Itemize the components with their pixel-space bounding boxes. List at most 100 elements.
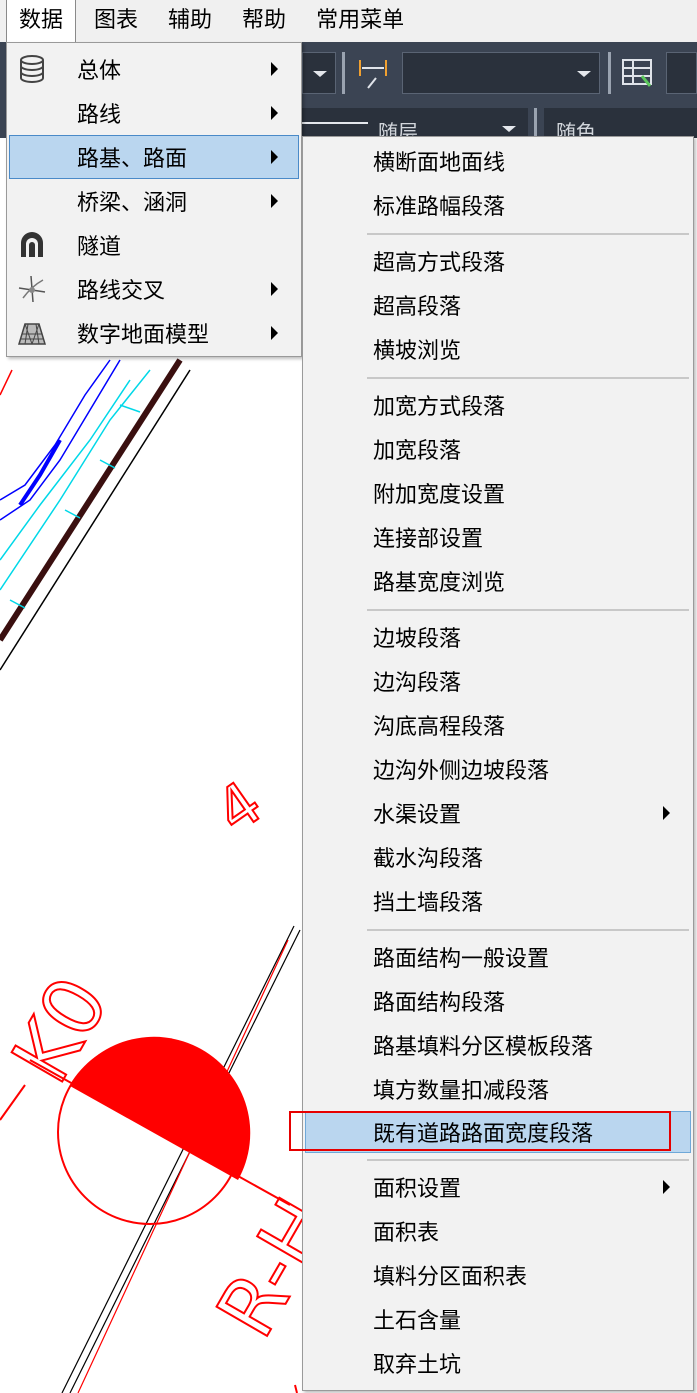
menu-item-label: 路基填料分区模板段落 [373, 1035, 594, 1060]
menu-item[interactable]: 加宽段落 [303, 427, 693, 471]
menu-item-dtm[interactable]: 数字地面模型 [7, 311, 301, 355]
toolbar-dropdown[interactable] [666, 52, 697, 94]
menu-separator [367, 929, 689, 931]
road-edge-line [0, 358, 183, 642]
menu-separator [367, 233, 689, 235]
submenu-arrow-icon [271, 326, 278, 340]
submenu-arrow-icon [663, 1180, 670, 1194]
menu-item-label: 路线交叉 [77, 279, 166, 304]
menu-item-label: 总体 [77, 59, 122, 84]
menu-item[interactable]: 填方数量扣减段落 [303, 1067, 693, 1111]
submenu-arrow-icon [271, 150, 278, 164]
menu-item-label: 加宽段落 [373, 439, 462, 464]
menu-item[interactable]: 面积表 [303, 1209, 693, 1253]
table-icon[interactable] [620, 56, 656, 90]
menu-item-overall[interactable]: 总体 [7, 47, 301, 91]
menu-item[interactable]: 路面结构一般设置 [303, 935, 693, 979]
menu-separator [367, 609, 689, 611]
menu-item-route[interactable]: 路线 [7, 91, 301, 135]
intersection-icon [18, 275, 46, 303]
menu-item-tunnel[interactable]: 隧道 [7, 223, 301, 267]
menu-bar: 数据 图表 辅助 帮助 常用菜单 [0, 0, 697, 43]
menu-assist[interactable]: 辅助 [156, 0, 224, 42]
menu-item[interactable]: 连接部设置 [303, 515, 693, 559]
menu-help[interactable]: 帮助 [230, 0, 298, 42]
data-dropdown-menu: 总体 路线 路基、路面 桥梁、涵洞 隧道 路线交叉 数字地面模型 [6, 42, 302, 357]
menu-item[interactable]: 横断面地面线 [303, 139, 693, 183]
menu-item-label: 连接部设置 [373, 527, 484, 552]
menu-item[interactable]: 边沟外侧边坡段落 [303, 747, 693, 791]
toolbar-style-dropdown[interactable] [402, 52, 600, 94]
terrain-icon [17, 323, 47, 345]
toolbar-separator [534, 108, 537, 138]
menu-item-label: 标准路幅段落 [373, 195, 506, 220]
menu-item-label: 横坡浏览 [373, 339, 462, 364]
cyan-line [0, 369, 151, 591]
menu-item[interactable]: 横坡浏览 [303, 327, 693, 371]
menu-item-label: 填料分区面积表 [373, 1265, 528, 1290]
menu-item[interactable]: 超高段落 [303, 283, 693, 327]
menu-item[interactable]: 挡土墙段落 [303, 879, 693, 923]
menu-item-label: 超高段落 [373, 295, 462, 320]
menu-item-with-submenu[interactable]: 面积设置 [303, 1165, 693, 1209]
linetype-preview [302, 122, 368, 124]
menu-item-label: 沟底高程段落 [373, 715, 506, 740]
submenu-arrow-icon [271, 282, 278, 296]
menu-item[interactable]: 路基填料分区模板段落 [303, 1023, 693, 1067]
cyan-tick [119, 404, 141, 413]
menu-item-label: 水渠设置 [373, 803, 462, 828]
menu-item-label: 路面结构一般设置 [373, 947, 550, 972]
chevron-down-icon [313, 71, 327, 77]
menu-item-label: 数字地面模型 [77, 323, 210, 348]
menu-item-label: 填方数量扣减段落 [373, 1079, 550, 1104]
menu-data[interactable]: 数据 [6, 0, 77, 43]
menu-item-label: 边沟外侧边坡段落 [373, 759, 550, 784]
menu-item-with-submenu[interactable]: 水渠设置 [303, 791, 693, 835]
menu-item-label: 加宽方式段落 [373, 395, 506, 420]
dimension-icon[interactable] [356, 56, 392, 90]
menu-separator [367, 377, 689, 379]
menu-item-label: 边坡段落 [373, 627, 462, 652]
menu-item[interactable]: 边沟段落 [303, 659, 693, 703]
submenu-arrow-icon [271, 62, 278, 76]
menu-item-label: 截水沟段落 [373, 847, 484, 872]
menu-item-subgrade-pavement[interactable]: 路基、路面 [9, 135, 299, 179]
station-text: 4 [203, 768, 274, 847]
toolbar-separator [342, 52, 345, 94]
menu-item-route-intersection[interactable]: 路线交叉 [7, 267, 301, 311]
menu-item-label: 土石含量 [373, 1309, 462, 1334]
layer-dropdown[interactable]: 随层 [302, 108, 528, 144]
menu-item[interactable]: 加宽方式段落 [303, 383, 693, 427]
menu-item[interactable]: 取弃土坑 [303, 1341, 693, 1385]
menu-item-label: 路基宽度浏览 [373, 571, 506, 596]
chevron-down-icon [502, 126, 516, 132]
menu-item[interactable]: 超高方式段落 [303, 239, 693, 283]
menu-item[interactable]: 附加宽度设置 [303, 471, 693, 515]
menu-common[interactable]: 常用菜单 [304, 0, 416, 42]
menu-item[interactable]: 截水沟段落 [303, 835, 693, 879]
menu-item-label: 面积设置 [373, 1177, 462, 1202]
menu-item-label: 横断面地面线 [373, 151, 506, 176]
menu-separator [367, 1159, 689, 1161]
color-dropdown[interactable]: 随色 [544, 108, 697, 144]
menu-item-label: 路线 [77, 103, 122, 128]
subgrade-pavement-submenu: 横断面地面线 标准路幅段落 超高方式段落 超高段落 横坡浏览 加宽方式段落 加宽… [302, 136, 694, 1391]
menu-item[interactable]: 填料分区面积表 [303, 1253, 693, 1297]
menu-item-label: 隧道 [77, 235, 122, 260]
chevron-down-icon [577, 71, 591, 77]
toolbar-dropdown[interactable] [302, 52, 336, 94]
menu-item[interactable]: 标准路幅段落 [303, 183, 693, 227]
menu-item[interactable]: 土石含量 [303, 1297, 693, 1341]
menu-item-label: 挡土墙段落 [373, 891, 484, 916]
menu-item[interactable]: 沟底高程段落 [303, 703, 693, 747]
menu-item[interactable]: 路面结构段落 [303, 979, 693, 1023]
menu-item-label: 路基、路面 [77, 147, 188, 172]
menu-item-label: 路面结构段落 [373, 991, 506, 1016]
menu-item[interactable]: 路基宽度浏览 [303, 559, 693, 603]
menu-item-bridges-culverts[interactable]: 桥梁、涵洞 [7, 179, 301, 223]
toolbar-separator [608, 52, 611, 94]
menu-charts[interactable]: 图表 [82, 0, 150, 42]
menu-item[interactable]: 边坡段落 [303, 615, 693, 659]
submenu-arrow-icon [271, 106, 278, 120]
menu-item-label: 附加宽度设置 [373, 483, 506, 508]
